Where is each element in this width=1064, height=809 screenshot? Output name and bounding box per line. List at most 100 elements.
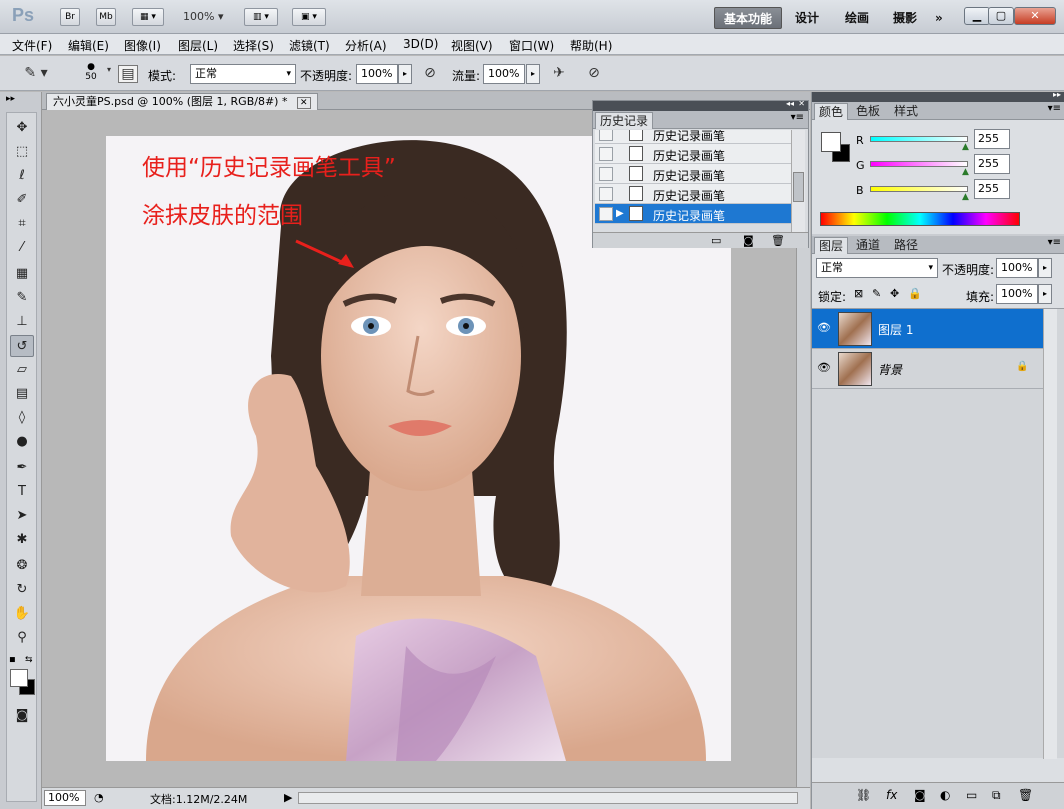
panel-menu-icon[interactable]: ▾≡ [1048,237,1061,248]
layer-opacity-slider-button[interactable]: ▸ [1038,258,1052,278]
g-slider[interactable] [870,161,968,167]
quick-selection-tool-icon[interactable]: ✐ [10,189,34,211]
clone-stamp-tool-icon[interactable]: ⊥ [10,311,34,333]
pen-tool-icon[interactable]: ✒ [10,457,34,479]
workspace-essentials[interactable]: 基本功能 [714,7,783,29]
tab-color[interactable]: 颜色 [814,103,849,120]
airbrush-icon[interactable]: ✈ [549,65,569,83]
spot-healing-tool-icon[interactable]: ▦ [10,263,34,285]
b-slider-thumb-icon[interactable]: ▲ [962,192,969,202]
default-colors-icon[interactable]: ◾ [9,655,16,665]
close-button[interactable]: ✕ [1014,7,1056,25]
bridge-button[interactable]: Br [60,8,80,26]
eye-icon[interactable]: 👁 [817,361,831,374]
panel-collapse-icon[interactable]: ▸▸ [6,94,15,104]
snapshot-checkbox[interactable] [599,130,613,141]
workspace-painting[interactable]: 绘画 [836,7,878,29]
maximize-button[interactable]: ▢ [988,7,1014,25]
history-item[interactable]: 历史记录画笔 [595,164,791,184]
pressure-opacity-icon[interactable]: ⊘ [420,65,440,83]
tab-history[interactable]: 历史记录 [595,112,654,129]
screen-mode-button[interactable]: ▣ ▾ [292,8,326,26]
layer-opacity-input[interactable]: 100% [996,258,1038,278]
dodge-tool-icon[interactable]: ● [10,431,34,453]
r-input[interactable]: 255 [974,129,1010,149]
r-slider[interactable] [870,136,968,142]
quick-mask-icon[interactable]: ◙ [10,705,34,727]
type-tool-icon[interactable]: T [10,481,34,503]
trash-icon[interactable]: 🗑 [771,234,785,247]
pressure-size-icon[interactable]: ⊘ [584,65,604,83]
brush-panel-toggle-icon[interactable]: ▤ [118,65,138,83]
history-scroll-thumb[interactable] [793,172,804,202]
marquee-tool-icon[interactable]: ⬚ [10,141,34,163]
history-panel-titlebar[interactable]: ◂◂ ✕ [593,99,808,111]
snapshot-checkbox[interactable] [599,167,613,181]
history-scrollbar[interactable] [791,130,805,232]
document-tab[interactable]: 六小灵童PS.psd @ 100% (图层 1, RGB/8#) * ✕ [46,93,318,110]
menu-filter[interactable]: 滤镜(T) [289,37,330,54]
menu-image[interactable]: 图像(I) [124,37,161,54]
status-menu-icon[interactable]: ◔ [94,791,104,804]
fg-color-swatch[interactable] [821,132,841,152]
menu-edit[interactable]: 编辑(E) [68,37,109,54]
blur-tool-icon[interactable]: ◊ [10,407,34,429]
menu-analysis[interactable]: 分析(A) [345,37,387,54]
fill-slider-button[interactable]: ▸ [1038,284,1052,304]
g-slider-thumb-icon[interactable]: ▲ [962,167,969,177]
menu-select[interactable]: 选择(S) [233,37,274,54]
tab-swatches[interactable]: 色板 [852,103,884,120]
opacity-input[interactable]: 100% [356,64,398,84]
close-tab-icon[interactable]: ✕ [296,97,311,109]
fill-input[interactable]: 100% [996,284,1038,304]
hand-tool-icon[interactable]: ✋ [10,603,34,625]
expand-dock-icon[interactable]: ▸▸ [1053,90,1061,99]
menu-view[interactable]: 视图(V) [451,37,493,54]
zoom-level[interactable]: 100% ▾ [183,10,223,23]
flow-input[interactable]: 100% [483,64,525,84]
menu-file[interactable]: 文件(F) [12,37,52,54]
brush-preset-picker[interactable]: ● 50 [74,62,108,86]
status-expand-icon[interactable]: ▶ [284,791,292,804]
trash-icon[interactable]: 🗑 [1018,788,1033,802]
layer-mask-icon[interactable]: ◙ [914,788,926,802]
lasso-tool-icon[interactable]: ℓ [10,165,34,187]
zoom-tool-icon[interactable]: ⚲ [10,627,34,649]
menu-layer[interactable]: 图层(L) [178,37,218,54]
b-input[interactable]: 255 [974,179,1010,199]
layer-row[interactable]: 👁 背景 🔒 [812,349,1043,389]
menu-window[interactable]: 窗口(W) [509,37,554,54]
snapshot-checkbox[interactable] [599,147,613,161]
flow-slider-button[interactable]: ▸ [526,64,540,84]
snapshot-checkbox[interactable] [599,207,613,221]
more-workspaces-button[interactable]: » [926,7,952,29]
tab-paths[interactable]: 路径 [890,237,922,254]
tool-preset-picker[interactable]: ✎ ▾ [18,65,54,83]
menu-3d[interactable]: 3D(D) [403,37,438,51]
dock-titlebar[interactable]: ▸▸ [812,90,1064,102]
lock-transparency-icon[interactable]: ⊠ [854,287,863,300]
g-input[interactable]: 255 [974,154,1010,174]
history-item[interactable]: 历史记录画笔 [595,184,791,204]
collapse-icon[interactable]: ◂◂ [786,99,794,108]
minimize-button[interactable]: ▁ [964,7,990,25]
swap-colors-icon[interactable]: ⇆ [25,655,33,665]
move-tool-icon[interactable]: ✥ [10,117,34,139]
history-brush-tool-icon[interactable]: ↺ [10,335,34,357]
history-item[interactable]: 历史记录画笔 [595,144,791,164]
layers-scrollbar[interactable] [1043,309,1057,759]
mode-select[interactable]: 正常 ▾ [190,64,296,84]
new-document-from-state-icon[interactable]: ▭ [711,234,721,247]
eraser-tool-icon[interactable]: ▱ [10,359,34,381]
snapshot-checkbox[interactable] [599,187,613,201]
new-group-icon[interactable]: ▭ [966,788,977,802]
shape-tool-icon[interactable]: ✱ [10,529,34,551]
lock-pixels-icon[interactable]: ✎ [872,287,881,300]
minibridge-button[interactable]: Mb [96,8,116,26]
color-ramp[interactable] [820,212,1020,226]
eye-icon[interactable]: 👁 [817,321,831,334]
history-item-selected[interactable]: ▶ 历史记录画笔 [595,204,791,224]
path-selection-tool-icon[interactable]: ➤ [10,505,34,527]
workspace-design[interactable]: 设计 [786,7,828,29]
close-panel-icon[interactable]: ✕ [798,99,805,108]
